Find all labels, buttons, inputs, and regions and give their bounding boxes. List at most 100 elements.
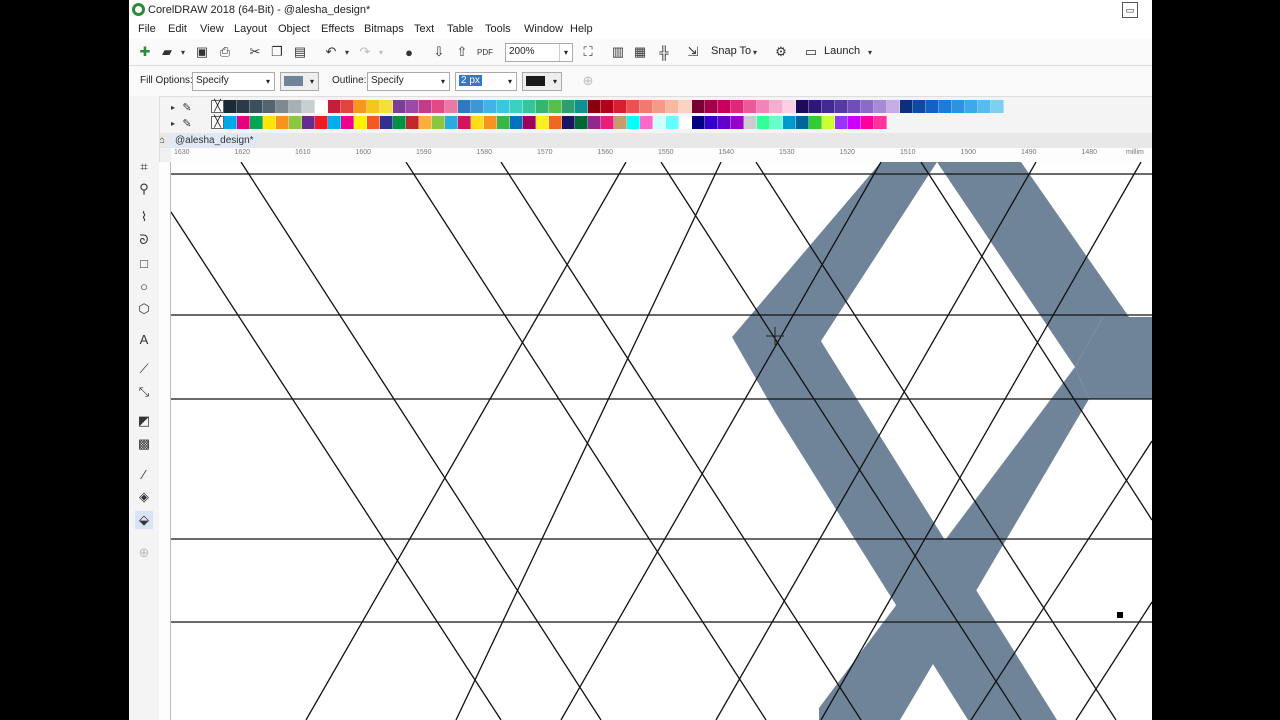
palette-row1-swatch-53[interactable]: [913, 100, 926, 113]
palette-row1-swatch-51[interactable]: [887, 100, 900, 113]
drawing-canvas[interactable]: [171, 162, 1152, 720]
palette-row2-swatch-2[interactable]: [250, 116, 263, 129]
copy-icon[interactable]: ❐: [269, 44, 285, 60]
zoom-level-combo[interactable]: 200% ▾: [505, 43, 573, 62]
new-document-icon[interactable]: ✚: [137, 44, 153, 60]
palette-row2-swatch-21[interactable]: [497, 116, 510, 129]
freehand-tool-icon[interactable]: ⌇: [135, 208, 153, 226]
palette-row1-swatch-39[interactable]: [731, 100, 744, 113]
options-gear-icon[interactable]: ⚙: [773, 44, 789, 60]
palette-row1-swatch-35[interactable]: [679, 100, 692, 113]
palette-row2-swatch-33[interactable]: [653, 116, 666, 129]
text-tool-icon[interactable]: A: [135, 330, 153, 348]
open-dropdown-icon[interactable]: ▾: [175, 44, 191, 60]
palette-row2-swatch-48[interactable]: [848, 116, 861, 129]
ellipse-tool-icon[interactable]: ○: [135, 277, 153, 295]
document-tab[interactable]: @alesha_design*: [171, 133, 258, 148]
palette-row1-swatch-38[interactable]: [718, 100, 731, 113]
palette-row1-swatch-50[interactable]: [874, 100, 887, 113]
palette-row1-swatch-12[interactable]: [380, 100, 393, 113]
palette-row2-swatch-44[interactable]: [796, 116, 809, 129]
menu-table[interactable]: Table: [447, 23, 473, 35]
palette-row2-swatch-26[interactable]: [562, 116, 575, 129]
palette-row2-swatch-24[interactable]: [536, 116, 549, 129]
menu-bitmaps[interactable]: Bitmaps: [364, 23, 404, 35]
palette-row1-swatch-15[interactable]: [419, 100, 432, 113]
print-icon[interactable]: ⎙: [217, 44, 233, 60]
palette-row2-swatch-19[interactable]: [471, 116, 484, 129]
palette-row2-swatch-23[interactable]: [523, 116, 536, 129]
palette-row2-swatch-3[interactable]: [263, 116, 276, 129]
menu-view[interactable]: View: [200, 23, 224, 35]
palette-row2-swatch-49[interactable]: [861, 116, 874, 129]
palette-row1-swatch-58[interactable]: [978, 100, 991, 113]
palette-row1-swatch-2[interactable]: [250, 100, 263, 113]
palette-row1-swatch-0[interactable]: [224, 100, 237, 113]
menu-effects[interactable]: Effects: [321, 23, 354, 35]
redo-icon[interactable]: ↷: [357, 44, 373, 60]
palette-row1-swatch-36[interactable]: [692, 100, 705, 113]
palette-row2-swatch-10[interactable]: [354, 116, 367, 129]
show-grid-icon[interactable]: ▦: [632, 44, 648, 60]
palette-row2-swatch-32[interactable]: [640, 116, 653, 129]
show-guidelines-icon[interactable]: ╬: [656, 44, 672, 60]
palette-row2-swatch-15[interactable]: [419, 116, 432, 129]
fill-color-picker[interactable]: ▾: [280, 72, 319, 91]
palette-row1-swatch-17[interactable]: [445, 100, 458, 113]
menu-layout[interactable]: Layout: [234, 23, 267, 35]
palette-row1-swatch-26[interactable]: [562, 100, 575, 113]
snap-to-button[interactable]: Snap To: [711, 45, 751, 57]
palette-row1-swatch-48[interactable]: [848, 100, 861, 113]
smart-fill-tool-icon[interactable]: ⬙: [135, 511, 153, 529]
palette-row1-swatch-19[interactable]: [471, 100, 484, 113]
palette-row1-swatch-27[interactable]: [575, 100, 588, 113]
palette-row2-swatch-30[interactable]: [614, 116, 627, 129]
crop-tool-icon[interactable]: ⌗: [135, 158, 153, 176]
palette-row2-swatch-42[interactable]: [770, 116, 783, 129]
snap-to-dropdown-icon[interactable]: ▾: [747, 44, 763, 60]
palette-row1-swatch-29[interactable]: [601, 100, 614, 113]
palette-row2-swatch-46[interactable]: [822, 116, 835, 129]
palette-row2-swatch-5[interactable]: [289, 116, 302, 129]
menu-edit[interactable]: Edit: [168, 23, 187, 35]
palette-row1-swatch-31[interactable]: [627, 100, 640, 113]
publish-pdf-icon[interactable]: PDF: [477, 44, 493, 60]
grid-line-7[interactable]: [405, 162, 767, 720]
menu-file[interactable]: File: [138, 23, 156, 35]
import-icon[interactable]: ⇩: [431, 44, 447, 60]
redo-dropdown-icon[interactable]: ▾: [373, 44, 389, 60]
palette-row2-swatch-7[interactable]: [315, 116, 328, 129]
palette-row2-swatch-18[interactable]: [458, 116, 471, 129]
palette-row1-swatch-7[interactable]: [315, 100, 328, 113]
menu-window[interactable]: Window: [524, 23, 563, 35]
palette-row1-swatch-57[interactable]: [965, 100, 978, 113]
palette-row2-swatch-13[interactable]: [393, 116, 406, 129]
palette-row2-swatch-14[interactable]: [406, 116, 419, 129]
home-icon[interactable]: ⌂: [159, 133, 171, 148]
palette-row2-swatch-9[interactable]: [341, 116, 354, 129]
palette-row1-swatch-18[interactable]: [458, 100, 471, 113]
polygon-tool-icon[interactable]: ⬡: [135, 300, 153, 318]
palette-row1-swatch-14[interactable]: [406, 100, 419, 113]
palette-row1-swatch-32[interactable]: [640, 100, 653, 113]
save-icon[interactable]: ▣: [194, 44, 210, 60]
palette-row1-swatch-4[interactable]: [276, 100, 289, 113]
launch-button[interactable]: Launch: [824, 45, 860, 57]
palette-row1-swatch-44[interactable]: [796, 100, 809, 113]
palette-row2-swatch-17[interactable]: [445, 116, 458, 129]
palette-row1-swatch-42[interactable]: [770, 100, 783, 113]
menu-object[interactable]: Object: [278, 23, 310, 35]
palette-row2-swatch-16[interactable]: [432, 116, 445, 129]
palette-row1-swatch-40[interactable]: [744, 100, 757, 113]
restore-window-icon[interactable]: ▭: [1122, 2, 1138, 18]
palette-row1-swatch-16[interactable]: [432, 100, 445, 113]
palette-row2-swatch-37[interactable]: [705, 116, 718, 129]
palette-row1-swatch-59[interactable]: [991, 100, 1004, 113]
palette-row2-swatch-4[interactable]: [276, 116, 289, 129]
selection-handle[interactable]: [1117, 612, 1123, 618]
launch-dropdown-icon[interactable]: ▾: [862, 44, 878, 60]
add-tool-icon[interactable]: ⊕: [135, 544, 153, 562]
artistic-media-icon[interactable]: ᘐ: [135, 231, 153, 249]
palette-row1-swatch-1[interactable]: [237, 100, 250, 113]
open-folder-icon[interactable]: ▰: [159, 44, 175, 60]
